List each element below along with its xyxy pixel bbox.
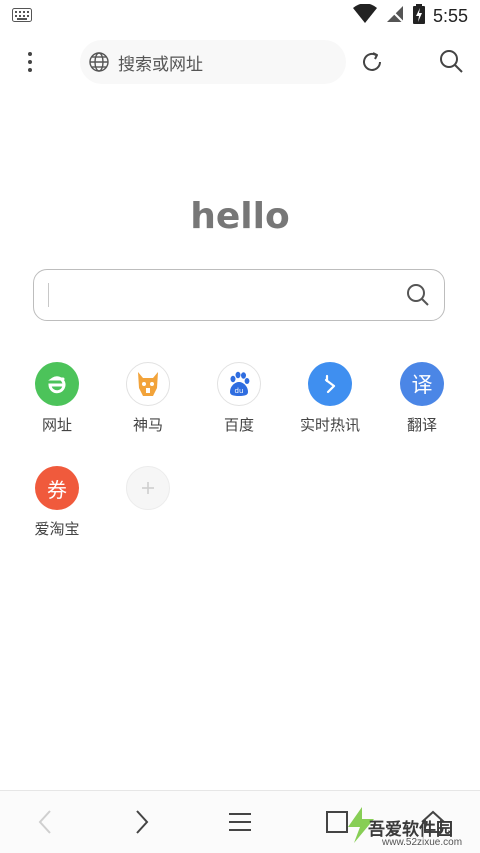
battery-charging-icon [412, 4, 425, 28]
menu-icon[interactable] [18, 46, 42, 78]
shortcut-label: 爱淘宝 [34, 520, 80, 538]
globe-icon [88, 51, 110, 73]
keyboard-icon [12, 7, 32, 26]
address-bar[interactable]: 搜索或网址 [80, 40, 346, 84]
shortcut-tile-ai-taobao[interactable]: 券 爱淘宝 [17, 466, 97, 539]
shortcut-tile-hot-news[interactable]: 实时热讯 [290, 362, 370, 435]
add-icon [126, 466, 170, 510]
text-caret [48, 283, 49, 307]
no-signal-icon [385, 4, 405, 28]
forward-button[interactable] [127, 807, 157, 837]
refresh-icon[interactable] [360, 50, 384, 74]
wifi-icon [352, 3, 377, 28]
watermark-logo: 吾爱软件园 www.52zixue.com [344, 793, 474, 851]
watermark-url: www.52zixue.com [382, 837, 463, 848]
home-greeting: hello [190, 196, 290, 237]
translate-icon: 译 [400, 362, 444, 406]
clock: 5:55 [432, 5, 468, 26]
home-search-input[interactable] [33, 269, 445, 321]
search-icon[interactable] [406, 283, 430, 307]
arrow-icon [308, 362, 352, 406]
shortcut-label: 百度 [223, 416, 254, 434]
translate-glyph: 译 [411, 373, 433, 397]
shortcut-label: 实时热讯 [299, 416, 360, 434]
address-placeholder: 搜索或网址 [118, 54, 203, 75]
shortcut-label: 翻译 [406, 416, 437, 434]
search-icon[interactable] [438, 48, 464, 74]
baidu-paw-icon: du [217, 362, 261, 406]
shortcut-tile-add[interactable] [108, 466, 188, 510]
coupon-icon: 券 [35, 466, 79, 510]
shortcut-label: 网址 [41, 416, 72, 434]
back-button[interactable] [30, 807, 60, 837]
shortcut-label: 神马 [132, 416, 163, 434]
menu-button[interactable] [225, 807, 255, 837]
shortcut-tile-baidu[interactable]: du 百度 [199, 362, 279, 435]
shortcut-tile-wangzhi[interactable]: 网址 [17, 362, 97, 435]
browser-toolbar: 搜索或网址 [0, 36, 480, 88]
shenma-icon [126, 362, 170, 406]
e-icon [35, 362, 79, 406]
svg-text:du: du [235, 387, 244, 395]
shortcut-tile-shenma[interactable]: 神马 [108, 362, 188, 435]
shortcut-tile-translate[interactable]: 译 翻译 [382, 362, 462, 435]
coupon-glyph: 券 [47, 477, 67, 502]
status-bar: 5:55 [0, 0, 480, 32]
bottom-navigation: 吾爱软件园 www.52zixue.com [0, 790, 480, 853]
